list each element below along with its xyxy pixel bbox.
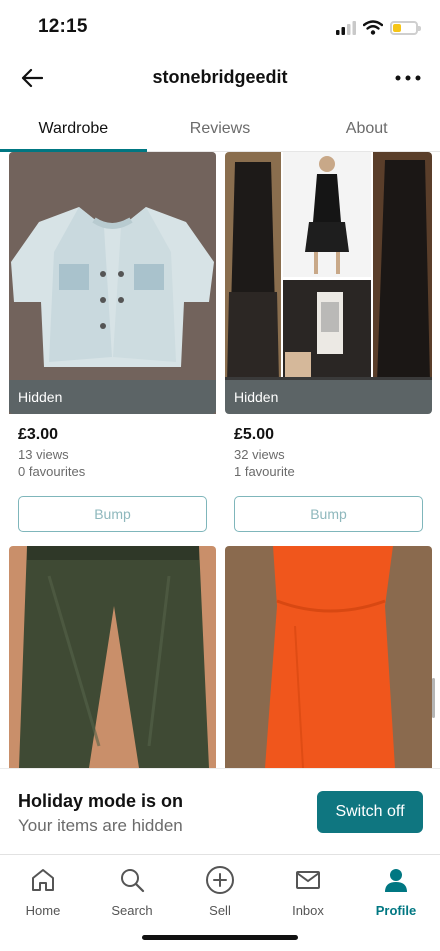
nav-home[interactable]: Home <box>3 865 83 918</box>
wardrobe-grid: Hidden £3.00 13 views 0 favourites Bump <box>0 152 440 768</box>
nav-profile[interactable]: Profile <box>356 865 436 918</box>
orange-dress-image <box>225 546 432 768</box>
hidden-badge: Hidden <box>225 380 432 414</box>
home-icon <box>32 869 54 891</box>
item-favourites: 1 favourite <box>234 464 295 479</box>
nav-search[interactable]: Search <box>92 865 172 918</box>
item-views: 32 views <box>234 447 285 462</box>
item-price: £5.00 <box>234 426 275 443</box>
bump-button[interactable]: Bump <box>234 496 423 532</box>
more-options-button[interactable] <box>392 64 424 92</box>
mail-icon <box>296 871 320 889</box>
item-photo[interactable] <box>9 546 216 768</box>
nav-inbox[interactable]: Inbox <box>268 865 348 918</box>
holiday-title: Holiday mode is on <box>18 791 184 811</box>
tab-about[interactable]: About <box>293 104 440 151</box>
nav-sell[interactable]: Sell <box>180 865 260 918</box>
trousers-image <box>9 546 216 768</box>
nav-inbox-label: Inbox <box>292 903 324 918</box>
item-card[interactable]: Hidden £3.00 13 views 0 favourites Bump <box>9 152 216 532</box>
item-price: £3.00 <box>18 426 59 443</box>
status-time: 12:15 <box>38 16 88 37</box>
battery-icon <box>390 20 421 35</box>
wifi-icon <box>363 20 383 35</box>
status-bar: 12:15 <box>0 0 440 56</box>
tab-wardrobe[interactable]: Wardrobe <box>0 104 147 152</box>
holiday-subtitle: Your items are hidden <box>18 816 183 835</box>
item-favourites: 0 favourites <box>18 464 86 479</box>
black-dress-image <box>225 152 432 414</box>
denim-jacket-image <box>9 152 216 414</box>
search-icon <box>121 869 145 893</box>
nav-search-label: Search <box>111 903 153 918</box>
holiday-mode-banner: Holiday mode is on Your items are hidden… <box>0 768 440 854</box>
scroll-indicator[interactable] <box>432 678 435 718</box>
nav-profile-label: Profile <box>375 903 417 918</box>
bump-button[interactable]: Bump <box>18 496 207 532</box>
profile-icon <box>385 869 407 892</box>
tab-reviews[interactable]: Reviews <box>147 104 294 151</box>
nav-sell-label: Sell <box>209 903 231 918</box>
profile-tabs: Wardrobe Reviews About <box>0 104 440 152</box>
more-horizontal-icon <box>395 75 421 81</box>
nav-home-label: Home <box>25 903 61 918</box>
plus-circle-icon <box>206 866 234 894</box>
cellular-signal-icon <box>336 20 356 35</box>
hidden-badge: Hidden <box>9 380 216 414</box>
item-photo[interactable] <box>225 546 432 768</box>
item-card[interactable]: Hidden £5.00 32 views 1 favourite Bump <box>225 152 432 532</box>
item-views: 13 views <box>18 447 69 462</box>
item-photo[interactable]: Hidden <box>9 152 216 414</box>
switch-off-button[interactable]: Switch off <box>317 791 423 833</box>
home-indicator[interactable] <box>142 935 298 940</box>
page-title: stonebridgeedit <box>152 67 288 87</box>
profile-header: stonebridgeedit <box>0 56 440 100</box>
item-card[interactable] <box>9 546 216 768</box>
status-icons <box>336 20 421 35</box>
battery-level <box>393 23 401 32</box>
item-card[interactable] <box>225 546 432 768</box>
item-photo[interactable]: Hidden <box>225 152 432 414</box>
